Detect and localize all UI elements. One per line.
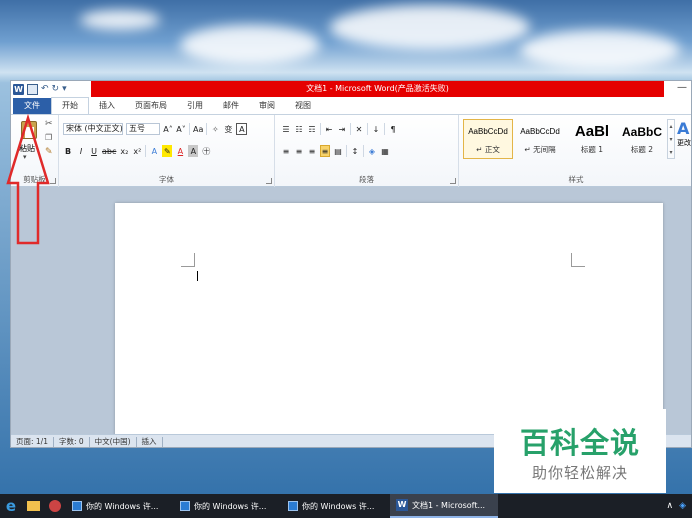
windows-activation-icon [180, 501, 190, 511]
file-explorer-icon[interactable] [22, 494, 44, 518]
taskbar-item[interactable]: 你的 Windows 许... [174, 494, 282, 518]
app-icon[interactable] [44, 494, 66, 518]
security-icon[interactable]: ◈ [679, 501, 686, 511]
watermark-logo: 百科全说 助你轻松解决 [494, 409, 666, 493]
taskbar-item-word[interactable]: W 文档1 - Microsoft... [390, 494, 498, 518]
watermark-subtitle: 助你轻松解决 [531, 464, 628, 482]
word-icon: W [396, 499, 408, 511]
edge-icon[interactable]: e [0, 494, 22, 518]
windows-activation-icon [72, 501, 82, 511]
taskbar-item[interactable]: 你的 Windows 许... [282, 494, 390, 518]
watermark-title: 百科全说 [519, 426, 640, 460]
taskbar-item[interactable]: 你的 Windows 许... [66, 494, 174, 518]
system-tray: ∧ ◈ [666, 501, 692, 511]
windows-activation-icon [288, 501, 298, 511]
taskbar: e 你的 Windows 许... 你的 Windows 许... 你的 Win… [0, 494, 692, 518]
tray-expand-icon[interactable]: ∧ [666, 501, 673, 511]
